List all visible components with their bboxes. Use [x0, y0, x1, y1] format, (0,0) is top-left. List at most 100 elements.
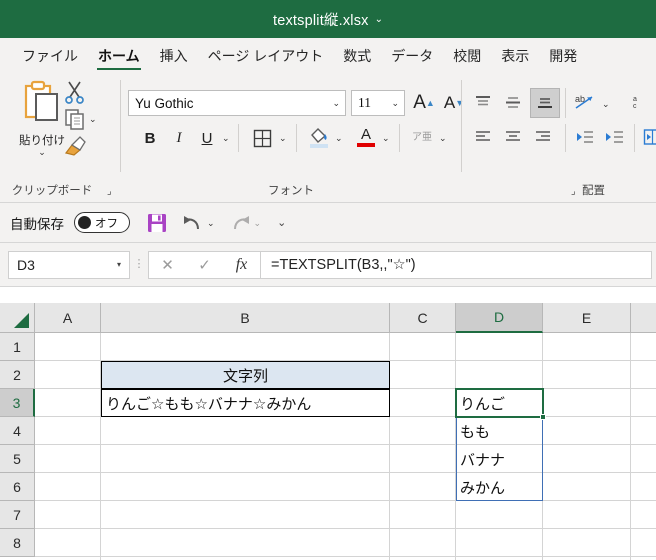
align-bottom-icon	[538, 98, 552, 108]
cell-b3[interactable]: りんご☆もも☆バナナ☆みかん	[101, 389, 390, 417]
redo-chevron-down-icon[interactable]: ⌄	[254, 218, 262, 227]
column-header-b[interactable]: B	[101, 303, 390, 333]
increase-font-size-button[interactable]: A ▲	[411, 90, 437, 116]
column-header-d[interactable]: D	[456, 303, 543, 333]
select-all-button[interactable]	[0, 303, 35, 333]
row-header-2[interactable]: 2	[0, 361, 35, 389]
ribbon: 貼り付け ⌄ ⌄ クリップボード ⌟ Yu Gothic ⌄ 11 ⌄ A ▲ …	[0, 72, 656, 203]
autosave-toggle[interactable]: オフ	[74, 212, 130, 233]
row-header-4[interactable]: 4	[0, 417, 35, 445]
undo-button[interactable]: ⌄	[182, 213, 215, 233]
tab-review[interactable]: 校閲	[443, 43, 491, 72]
tab-view[interactable]: 表示	[491, 43, 539, 72]
row-header-6[interactable]: 6	[0, 473, 35, 501]
gridline	[35, 444, 656, 445]
font-name-chevron-down-icon[interactable]: ⌄	[332, 98, 345, 109]
save-button[interactable]	[146, 212, 168, 234]
undo-chevron-down-icon[interactable]: ⌄	[207, 218, 215, 227]
ribbon-tab-bar: ファイル ホーム 挿入 ページ レイアウト 数式 データ 校閲 表示 開発	[0, 38, 656, 72]
align-right-button[interactable]	[530, 124, 556, 150]
format-painter-button[interactable]	[62, 134, 88, 163]
gridline	[35, 556, 656, 557]
column-header-e[interactable]: E	[543, 303, 631, 333]
orientation-icon: a c	[633, 96, 637, 110]
name-box[interactable]: D3 ▾	[8, 250, 130, 279]
svg-text:a: a	[633, 96, 637, 103]
formula-bar: D3 ▾ ⋮ ✕ ✓ fx =TEXTSPLIT(B3,,"☆")	[0, 243, 656, 287]
copy-chevron-down-icon[interactable]: ⌄	[89, 115, 97, 124]
column-header-row: A B C D E	[0, 303, 656, 333]
gridline	[35, 528, 656, 529]
cell-b2[interactable]: 文字列	[101, 361, 390, 389]
row-header-7[interactable]: 7	[0, 501, 35, 529]
fill-handle[interactable]	[540, 414, 546, 420]
align-top-button[interactable]	[470, 90, 496, 116]
font-size-chevron-down-icon[interactable]: ⌄	[391, 98, 404, 109]
row-header-5[interactable]: 5	[0, 445, 35, 473]
group-divider	[296, 124, 297, 152]
tab-formulas[interactable]: 数式	[333, 43, 381, 72]
formula-bar-grip[interactable]: ⋮	[130, 259, 148, 270]
document-title-group[interactable]: textsplit縦.xlsx ⌄	[273, 9, 383, 30]
row-header-1[interactable]: 1	[0, 333, 35, 361]
phonetic-guide-button[interactable]: ア亜	[409, 124, 435, 150]
underline-chevron-down-icon[interactable]: ⌄	[222, 133, 230, 144]
italic-button[interactable]: I	[167, 126, 191, 150]
row-header-3[interactable]: 3	[0, 389, 35, 417]
borders-button[interactable]	[249, 126, 275, 150]
font-color-button[interactable]: A	[353, 124, 379, 150]
tab-insert[interactable]: 挿入	[150, 43, 198, 72]
tab-developer[interactable]: 開発	[539, 43, 587, 72]
borders-chevron-down-icon[interactable]: ⌄	[279, 133, 287, 144]
align-center-button[interactable]	[500, 124, 526, 150]
chevron-down-icon[interactable]: ⌄	[375, 15, 383, 25]
tab-data[interactable]: データ	[381, 43, 443, 72]
align-middle-button[interactable]	[500, 90, 526, 116]
column-header-a[interactable]: A	[35, 303, 101, 333]
tab-home[interactable]: ホーム	[88, 43, 150, 72]
italic-icon: I	[176, 129, 182, 146]
column-header-c[interactable]: C	[390, 303, 456, 333]
copy-button[interactable]: ⌄	[64, 108, 97, 130]
cell-d3[interactable]: りんご	[456, 389, 543, 417]
merge-cells-button[interactable]	[640, 124, 656, 150]
font-color-chevron-down-icon[interactable]: ⌄	[382, 133, 390, 144]
decrease-indent-button[interactable]	[572, 124, 598, 150]
cell-d5[interactable]: バナナ	[456, 445, 543, 473]
fill-color-button[interactable]	[306, 124, 332, 150]
font-size-combobox[interactable]: 11 ⌄	[351, 90, 405, 116]
customize-quick-access-toolbar-button[interactable]: ⌄	[277, 216, 286, 229]
wrap-text-chevron-down-icon[interactable]: ⌄	[602, 99, 610, 110]
clipboard-dialog-launcher[interactable]: ⌟	[107, 186, 112, 197]
redo-button[interactable]: ⌄	[229, 213, 262, 233]
align-left-button[interactable]	[470, 124, 496, 150]
align-bottom-button[interactable]	[530, 88, 560, 118]
bold-button[interactable]: B	[138, 126, 162, 150]
cell-d6[interactable]: みかん	[456, 473, 543, 501]
orientation-button[interactable]: a c	[628, 90, 654, 116]
phonetic-chevron-down-icon[interactable]: ⌄	[439, 133, 447, 144]
increase-indent-icon	[606, 131, 623, 143]
name-box-chevron-down-icon[interactable]: ▾	[117, 260, 129, 269]
increase-indent-button[interactable]	[602, 124, 628, 150]
fill-color-icon	[310, 128, 328, 148]
wrap-text-button[interactable]: ab	[572, 90, 600, 116]
group-divider	[399, 124, 400, 152]
align-middle-icon	[506, 97, 520, 108]
insert-function-button[interactable]: fx	[223, 256, 260, 274]
underline-button[interactable]: U	[195, 126, 219, 150]
fill-color-chevron-down-icon[interactable]: ⌄	[335, 133, 343, 144]
font-group-label: フォント	[268, 185, 314, 197]
cancel-formula-button[interactable]: ✕	[149, 256, 186, 274]
row-header-8[interactable]: 8	[0, 529, 35, 557]
cell-d4[interactable]: もも	[456, 417, 543, 445]
column-header-f[interactable]	[631, 303, 656, 333]
font-name-combobox[interactable]: Yu Gothic ⌄	[128, 90, 346, 116]
cut-button[interactable]	[64, 80, 86, 109]
tab-page-layout[interactable]: ページ レイアウト	[198, 43, 334, 72]
grow-font-icon: A	[413, 92, 426, 113]
svg-text:c: c	[633, 103, 637, 110]
formula-input[interactable]: =TEXTSPLIT(B3,,"☆")	[261, 250, 652, 279]
enter-formula-button[interactable]: ✓	[186, 256, 223, 274]
tab-file[interactable]: ファイル	[12, 43, 88, 72]
